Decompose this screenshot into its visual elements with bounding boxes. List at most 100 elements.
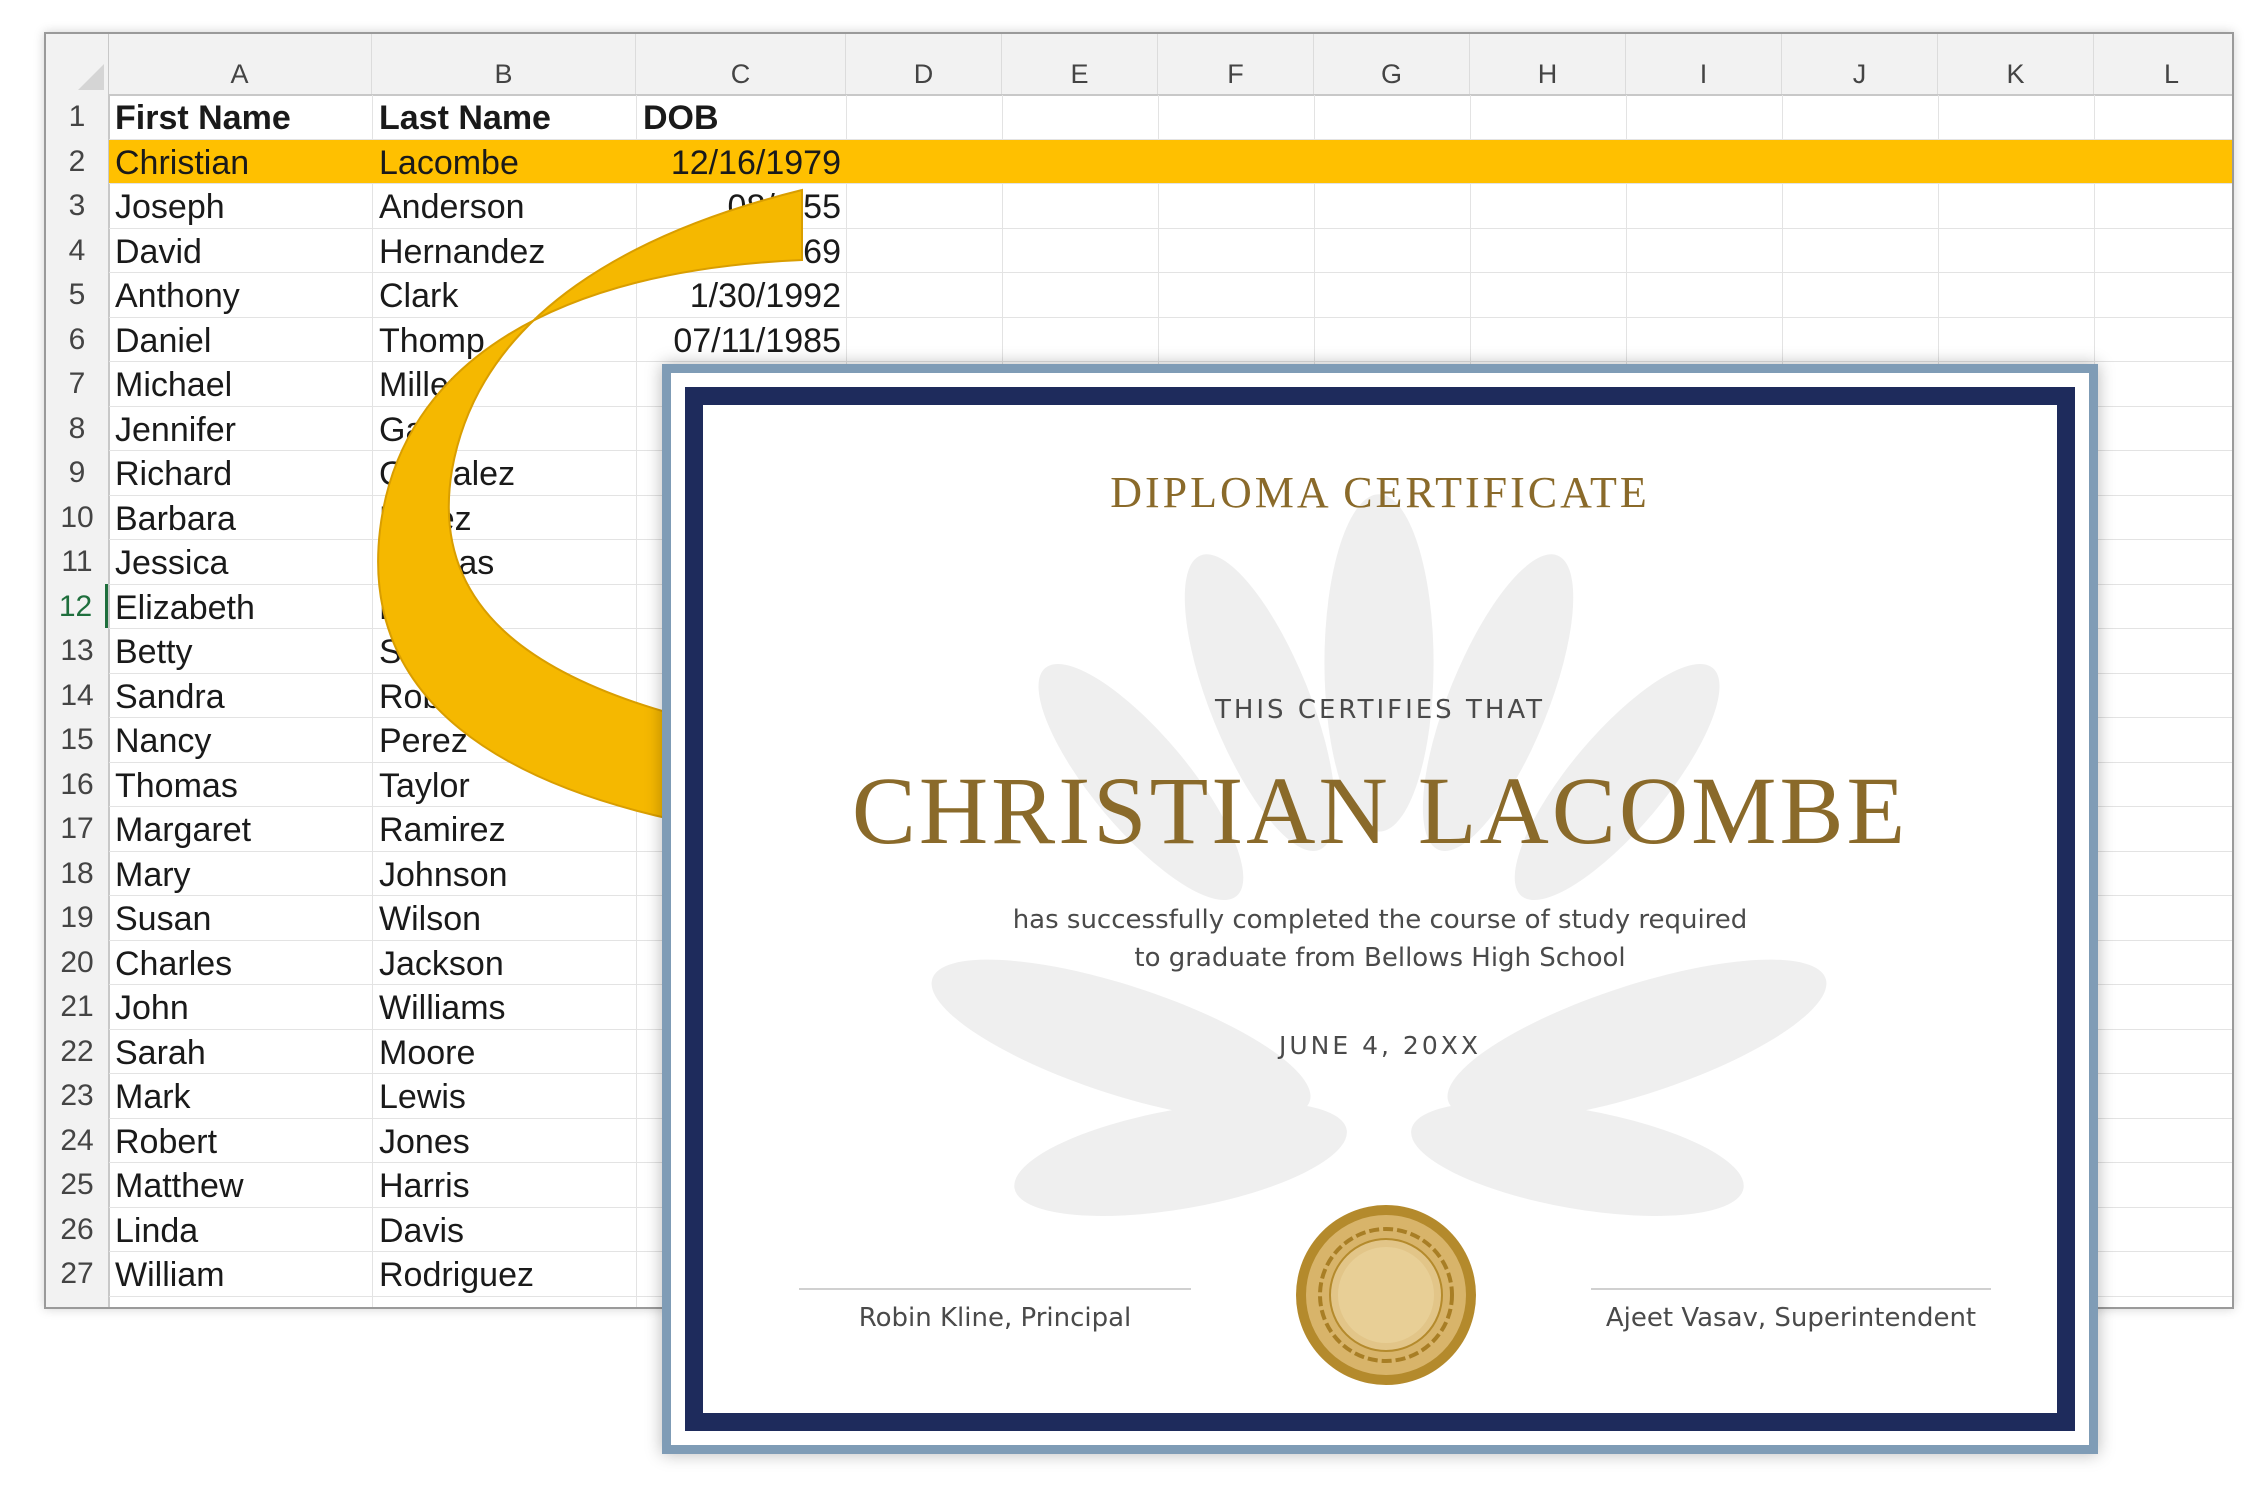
column-header-h[interactable]: H bbox=[1470, 34, 1626, 94]
cell-first[interactable]: John bbox=[109, 985, 373, 1030]
cell-first[interactable]: Elizabeth bbox=[109, 585, 373, 630]
cell-last[interactable]: Thomp bbox=[373, 318, 637, 363]
cell-first[interactable]: Daniel bbox=[109, 318, 373, 363]
cell-last[interactable]: Johnson bbox=[373, 852, 637, 897]
row-header-27[interactable]: 27 bbox=[46, 1251, 108, 1296]
cell-last[interactable]: Wilson bbox=[373, 896, 637, 941]
row-header-1[interactable]: 1 bbox=[46, 94, 108, 139]
row-header-17[interactable]: 17 bbox=[46, 806, 108, 851]
cell-first[interactable]: Margaret bbox=[109, 807, 373, 852]
cell-first[interactable]: Richard bbox=[109, 451, 373, 496]
row-header-15[interactable]: 15 bbox=[46, 717, 108, 762]
cell-last[interactable]: Jackson bbox=[373, 941, 637, 986]
cell-first[interactable]: Michael bbox=[109, 362, 373, 407]
cell-last[interactable]: Ramirez bbox=[373, 807, 637, 852]
row-header-23[interactable]: 23 bbox=[46, 1073, 108, 1118]
row-header-26[interactable]: 26 bbox=[46, 1207, 108, 1252]
cell-first[interactable]: Jennifer bbox=[109, 407, 373, 452]
row-header-13[interactable]: 13 bbox=[46, 628, 108, 673]
column-header-g[interactable]: G bbox=[1314, 34, 1470, 94]
cell-first[interactable]: David bbox=[109, 229, 373, 274]
cell-first[interactable]: Betty bbox=[109, 629, 373, 674]
row-header-18[interactable]: 18 bbox=[46, 851, 108, 896]
cell-last[interactable]: Lacombe bbox=[373, 140, 637, 185]
row-header-8[interactable]: 8 bbox=[46, 406, 108, 451]
cell-last[interactable]: Rodriguez bbox=[373, 1252, 637, 1297]
row-header-25[interactable]: 25 bbox=[46, 1162, 108, 1207]
row-header-12[interactable]: 12 bbox=[46, 583, 108, 628]
cell-first[interactable]: First Name bbox=[109, 95, 373, 140]
row-header-9[interactable]: 9 bbox=[46, 450, 108, 495]
column-header-b[interactable]: B bbox=[372, 34, 636, 94]
cell-first[interactable]: William bbox=[109, 1252, 373, 1297]
cell-last[interactable]: Garc bbox=[373, 407, 637, 452]
cell-first[interactable]: Mary bbox=[109, 852, 373, 897]
cell-last[interactable]: Lopez bbox=[373, 496, 637, 541]
column-header-j[interactable]: J bbox=[1782, 34, 1938, 94]
cell-first[interactable]: Mark bbox=[109, 1074, 373, 1119]
row-header-4[interactable]: 4 bbox=[46, 228, 108, 273]
row-header-6[interactable]: 6 bbox=[46, 317, 108, 362]
cell-dob[interactable]: 69 bbox=[637, 229, 847, 274]
column-header-k[interactable]: K bbox=[1938, 34, 2094, 94]
cell-first[interactable]: Nancy bbox=[109, 718, 373, 763]
cell-last[interactable]: Gon alez bbox=[373, 451, 637, 496]
cell-last[interactable]: Marti z bbox=[373, 585, 637, 630]
row-header-19[interactable]: 19 bbox=[46, 895, 108, 940]
cell-dob[interactable]: 08/0 55 bbox=[637, 184, 847, 229]
cell-last[interactable]: Jones bbox=[373, 1119, 637, 1164]
cell-last[interactable]: Lewis bbox=[373, 1074, 637, 1119]
column-header-e[interactable]: E bbox=[1002, 34, 1158, 94]
cell-first[interactable]: Susan bbox=[109, 896, 373, 941]
cell-first[interactable]: Charles bbox=[109, 941, 373, 986]
cell-first[interactable]: Matthew bbox=[109, 1163, 373, 1208]
cell-first[interactable]: Jessica bbox=[109, 540, 373, 585]
cell-first[interactable]: Robert bbox=[109, 1119, 373, 1164]
cell-last[interactable]: Moore bbox=[373, 1030, 637, 1075]
cell-last[interactable]: Clark bbox=[373, 273, 637, 318]
row-header-24[interactable]: 24 bbox=[46, 1118, 108, 1163]
column-header-l[interactable]: L bbox=[2094, 34, 2232, 94]
cell-dob[interactable]: DOB bbox=[637, 95, 847, 140]
row-header-20[interactable]: 20 bbox=[46, 940, 108, 985]
cell-last[interactable]: Taylor bbox=[373, 763, 637, 808]
cell-dob[interactable]: 1/30/1992 bbox=[637, 273, 847, 318]
row-header-21[interactable]: 21 bbox=[46, 984, 108, 1029]
select-all-corner[interactable] bbox=[46, 34, 109, 94]
column-header-f[interactable]: F bbox=[1158, 34, 1314, 94]
row-header-5[interactable]: 5 bbox=[46, 272, 108, 317]
cell-first[interactable]: Sarah bbox=[109, 1030, 373, 1075]
cell-first[interactable]: Joseph bbox=[109, 184, 373, 229]
cell-dob[interactable]: 12/16/1979 bbox=[637, 140, 847, 185]
column-header-d[interactable]: D bbox=[846, 34, 1002, 94]
row-header-3[interactable]: 3 bbox=[46, 183, 108, 228]
cell-last[interactable]: Miller bbox=[373, 362, 637, 407]
column-header-c[interactable]: C bbox=[636, 34, 846, 94]
cell-first[interactable]: Sandra bbox=[109, 674, 373, 719]
row-header-11[interactable]: 11 bbox=[46, 539, 108, 584]
cell-first[interactable]: Thomas bbox=[109, 763, 373, 808]
row-header-14[interactable]: 14 bbox=[46, 673, 108, 718]
cell-first[interactable]: Christian bbox=[109, 140, 373, 185]
cell-last[interactable]: Sanch bbox=[373, 629, 637, 674]
row-header-16[interactable]: 16 bbox=[46, 762, 108, 807]
column-header-i[interactable]: I bbox=[1626, 34, 1782, 94]
cell-last[interactable]: Hernandez bbox=[373, 229, 637, 274]
cell-first[interactable]: Barbara bbox=[109, 496, 373, 541]
cell-first[interactable]: Linda bbox=[109, 1208, 373, 1253]
cell-last[interactable]: Harris bbox=[373, 1163, 637, 1208]
cell-last[interactable]: Perez bbox=[373, 718, 637, 763]
row-header-10[interactable]: 10 bbox=[46, 495, 108, 540]
cell-last[interactable]: Robinso bbox=[373, 674, 637, 719]
cell-last[interactable]: Williams bbox=[373, 985, 637, 1030]
cell-last[interactable]: Davis bbox=[373, 1208, 637, 1253]
row-header-7[interactable]: 7 bbox=[46, 361, 108, 406]
row-header-22[interactable]: 22 bbox=[46, 1029, 108, 1074]
cell-last[interactable]: Anderson bbox=[373, 184, 637, 229]
row-header-2[interactable]: 2 bbox=[46, 139, 108, 184]
cell-last[interactable]: Last Name bbox=[373, 95, 637, 140]
cell-dob[interactable]: 07/11/1985 bbox=[637, 318, 847, 363]
column-header-a[interactable]: A bbox=[108, 34, 372, 94]
cell-last[interactable]: Thor as bbox=[373, 540, 637, 585]
cell-first[interactable]: Anthony bbox=[109, 273, 373, 318]
